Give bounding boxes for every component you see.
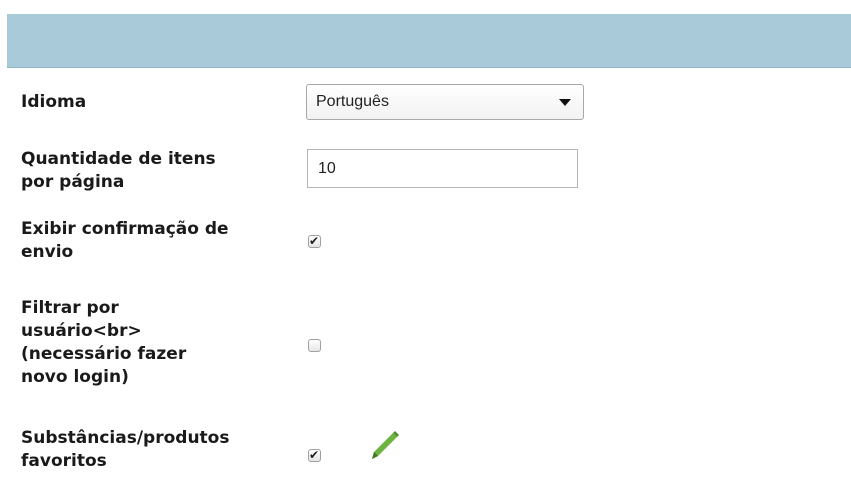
favorites-checkbox[interactable]: ✔ bbox=[308, 448, 321, 462]
favorites-label: Substâncias/produtos favoritos bbox=[21, 427, 229, 473]
favorites-label-line1: Substâncias/produtos bbox=[21, 428, 230, 448]
filter-by-user-checkbox[interactable] bbox=[308, 339, 321, 352]
items-per-page-input[interactable] bbox=[307, 149, 578, 188]
language-label-text: Idioma bbox=[21, 92, 87, 112]
send-confirmation-label-line2: envio bbox=[21, 242, 74, 262]
filter-by-user-label-line2: usuário<br> bbox=[21, 321, 142, 341]
dropdown-arrow-icon bbox=[559, 99, 571, 106]
items-per-page-label-line1: Quantidade de itens bbox=[21, 149, 216, 169]
checkmark-icon: ✔ bbox=[309, 234, 320, 248]
language-select[interactable]: Português bbox=[306, 84, 584, 120]
filter-by-user-label-line4: novo login) bbox=[21, 367, 129, 387]
items-per-page-label-line2: por página bbox=[21, 172, 125, 192]
items-per-page-label: Quantidade de itens por página bbox=[21, 148, 216, 194]
language-select-value: Português bbox=[316, 93, 389, 110]
header-bar bbox=[7, 14, 851, 68]
filter-by-user-label: Filtrar por usuário<br> (necessário faze… bbox=[21, 297, 186, 389]
settings-page: Idioma Português Quantidade de itens por… bbox=[0, 0, 851, 480]
favorites-label-line2: favoritos bbox=[21, 451, 107, 471]
pencil-icon[interactable] bbox=[367, 428, 401, 462]
filter-by-user-label-line1: Filtrar por bbox=[21, 298, 119, 318]
send-confirmation-label-line1: Exibir confirmação de bbox=[21, 219, 229, 239]
language-label: Idioma bbox=[21, 91, 86, 114]
filter-by-user-label-line3: (necessário fazer bbox=[21, 344, 187, 364]
send-confirmation-label: Exibir confirmação de envio bbox=[21, 218, 229, 264]
send-confirmation-checkbox[interactable]: ✔ bbox=[308, 234, 321, 248]
checkmark-icon: ✔ bbox=[309, 448, 320, 462]
